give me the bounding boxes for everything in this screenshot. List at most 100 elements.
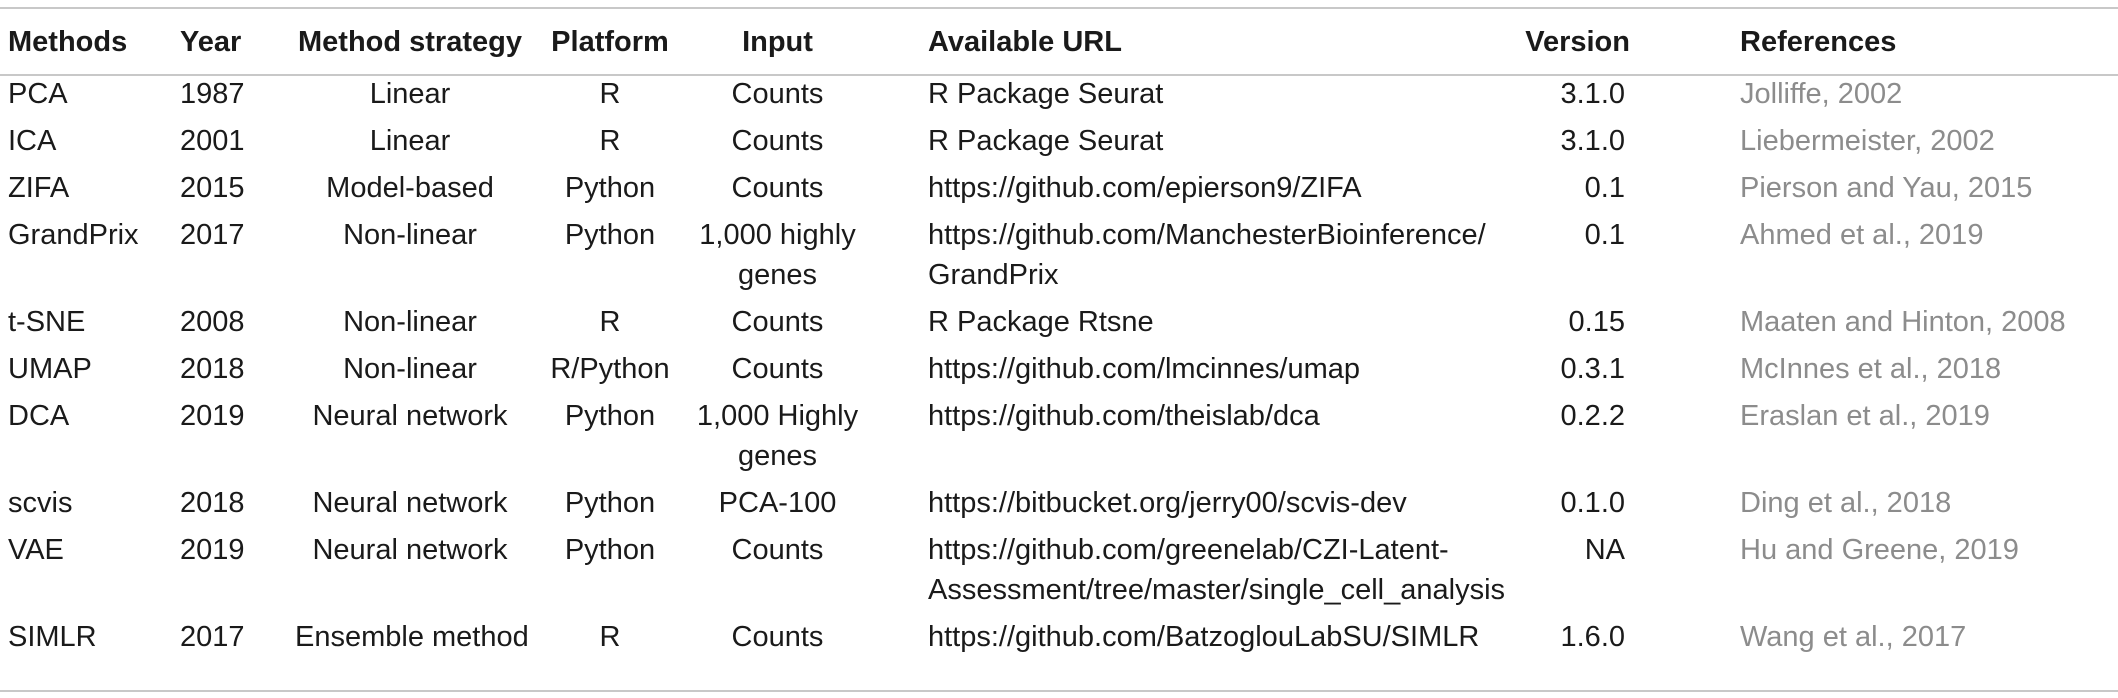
cell-available-url: R Package Rtsne <box>860 302 1450 349</box>
methods-table: Methods Year Method strategy Platform In… <box>0 9 2118 664</box>
cell-year: 2018 <box>180 353 245 385</box>
cell-reference: Maaten and Hinton, 2008 <box>1740 306 2066 338</box>
cell-method-strategy: Ensemble method <box>295 621 529 653</box>
cell-input-line: Counts <box>731 172 824 204</box>
cell-method: scvis <box>8 487 73 519</box>
cell-year: 1987 <box>180 78 245 110</box>
cell-available-url-line: Assessment/tree/master/single_cell_analy… <box>928 574 1506 606</box>
cell-available-url-line: https://github.com/epierson9/ZIFA <box>928 172 1362 204</box>
cell-method: ICA <box>8 125 57 157</box>
cell-available-url: https://github.com/lmcinnes/umap <box>860 349 1450 396</box>
table-row: ZIFA 2015 Model-based Python Counts https://g… <box>0 168 2118 215</box>
table-bottom-rule <box>0 690 2118 692</box>
cell-year: 2019 <box>180 534 245 566</box>
cell-available-url: https://github.com/ManchesterBioinferenc… <box>860 215 1486 302</box>
cell-method: DCA <box>8 400 70 432</box>
cell-reference: Eraslan et al., 2019 <box>1740 400 1990 432</box>
cell-version: 0.3.1 <box>1560 353 1626 385</box>
cell-method-strategy: Model-based <box>326 172 494 204</box>
cell-platform: Python <box>564 219 656 251</box>
cell-platform: R <box>599 125 621 157</box>
cell-platform: R/Python <box>550 353 670 385</box>
methods-table-container: Methods Year Method strategy Platform In… <box>0 0 2118 698</box>
table-row: t-SNE 2008 Non-linear R Counts R Package Rtsn… <box>0 302 2118 349</box>
cell-version: 1.6.0 <box>1560 621 1626 653</box>
cell-version: 0.1.0 <box>1560 487 1626 519</box>
cell-method-strategy: Neural network <box>312 487 508 519</box>
header-year: Year <box>180 25 242 58</box>
cell-available-url: https://github.com/BatzoglouLabSU/SIMLR <box>860 617 1479 664</box>
table-row: PCA 1987 Linear R Counts R Package Seurat 3.1.… <box>0 74 2118 121</box>
cell-available-url-line: R Package Rtsne <box>928 306 1154 338</box>
cell-available-url-line: R Package Seurat <box>928 78 1164 110</box>
cell-method-strategy: Linear <box>369 78 451 110</box>
cell-year: 2001 <box>180 125 245 157</box>
cell-available-url-line: https://github.com/greenelab/CZI-Latent- <box>928 534 1449 566</box>
cell-available-url-line: GrandPrix <box>928 259 1059 291</box>
cell-available-url-line: https://github.com/ManchesterBioinferenc… <box>928 219 1486 251</box>
cell-input-line: genes <box>737 259 817 291</box>
cell-method-strategy: Linear <box>369 125 451 157</box>
cell-method: VAE <box>8 534 64 566</box>
cell-year: 2015 <box>180 172 245 204</box>
table-row: ICA 2001 Linear R Counts R Package Seurat 3.1.… <box>0 121 2118 168</box>
cell-available-url: R Package Seurat <box>860 121 1450 168</box>
cell-method-strategy: Neural network <box>312 534 508 566</box>
cell-method-strategy: Non-linear <box>343 306 477 338</box>
table-row: VAE 2019 Neural network Python Counts https:/… <box>0 530 2118 617</box>
cell-input-line: Counts <box>731 621 824 653</box>
cell-available-url: R Package Seurat <box>860 74 1450 121</box>
cell-available-url: https://github.com/epierson9/ZIFA <box>860 168 1450 215</box>
cell-available-url-line: https://github.com/theislab/dca <box>928 400 1320 432</box>
table-row: scvis 2018 Neural network Python PCA-100 http… <box>0 483 2118 530</box>
cell-reference: Liebermeister, 2002 <box>1740 125 1995 157</box>
header-platform: Platform <box>551 25 669 58</box>
cell-method: PCA <box>8 78 68 110</box>
cell-platform: Python <box>564 534 656 566</box>
cell-available-url-line: R Package Seurat <box>928 125 1164 157</box>
cell-input-line: PCA-100 <box>718 487 837 519</box>
header-methods: Methods <box>8 25 128 58</box>
cell-year: 2018 <box>180 487 245 519</box>
table-body: PCA 1987 Linear R Counts R Package Seurat 3.1.… <box>0 74 2118 664</box>
cell-input: PCA-100 <box>695 483 860 530</box>
cell-input: Counts <box>695 617 860 664</box>
cell-method: UMAP <box>8 353 92 385</box>
cell-input-line: Counts <box>731 78 824 110</box>
table-row: GrandPrix 2017 Non-linear Python 1,000 highl… <box>0 215 2118 302</box>
cell-method: SIMLR <box>8 621 97 653</box>
cell-method: GrandPrix <box>8 219 139 251</box>
cell-platform: Python <box>564 400 656 432</box>
cell-platform: R <box>599 78 621 110</box>
cell-reference: Wang et al., 2017 <box>1740 621 1967 653</box>
cell-reference: McInnes et al., 2018 <box>1740 353 2002 385</box>
cell-platform: R <box>599 306 621 338</box>
cell-reference: Pierson and Yau, 2015 <box>1740 172 2033 204</box>
cell-reference: Ding et al., 2018 <box>1740 487 1952 519</box>
cell-method: t-SNE <box>8 306 86 338</box>
cell-version: 0.15 <box>1568 306 1625 338</box>
cell-input-line: Counts <box>731 125 824 157</box>
cell-version: 0.1 <box>1584 219 1625 251</box>
cell-year: 2017 <box>180 621 245 653</box>
cell-version: 3.1.0 <box>1560 125 1626 157</box>
cell-available-url: https://github.com/theislab/dca <box>860 396 1450 483</box>
cell-input: 1,000 Highly genes <box>695 396 860 483</box>
cell-input-line: 1,000 Highly <box>696 400 859 432</box>
cell-input-line: 1,000 highly <box>699 219 856 251</box>
cell-input: Counts <box>695 302 860 349</box>
cell-year: 2008 <box>180 306 245 338</box>
cell-method-strategy: Neural network <box>312 400 508 432</box>
cell-input: Counts <box>695 349 860 396</box>
cell-year: 2019 <box>180 400 245 432</box>
header-input: Input <box>742 25 813 58</box>
cell-version: 0.1 <box>1584 172 1625 204</box>
header-available-url: Available URL <box>928 25 1122 58</box>
cell-year: 2017 <box>180 219 245 251</box>
cell-input-line: Counts <box>731 353 824 385</box>
cell-method-strategy: Non-linear <box>343 353 477 385</box>
header-method-strategy: Method strategy <box>298 25 522 58</box>
cell-input-line: Counts <box>731 534 824 566</box>
cell-reference: Ahmed et al., 2019 <box>1740 219 1984 251</box>
cell-reference: Hu and Greene, 2019 <box>1740 534 2019 566</box>
